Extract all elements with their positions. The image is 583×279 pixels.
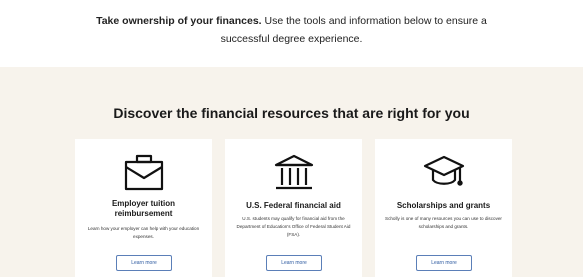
card-description: U.S. students may qualify for financial … xyxy=(236,216,351,237)
intro-line-2: successful degree experience. xyxy=(220,33,363,45)
card-title: U.S. Federal financial aid xyxy=(246,201,341,210)
learn-more-button[interactable]: Learn more xyxy=(116,255,172,271)
briefcase-icon xyxy=(75,153,212,193)
card-scholarships: Scholarships and grants Scholly is one o… xyxy=(375,139,512,279)
intro-text: Take ownership of your finances. Use the… xyxy=(0,0,583,67)
card-description: Scholly is one of many resources you can… xyxy=(385,216,502,229)
intro-bold-text: Take ownership of your finances. xyxy=(96,15,262,27)
intro-rest-text: Use the tools and information below to e… xyxy=(261,15,487,27)
card-federal-aid: U.S. Federal financial aid U.S. students… xyxy=(225,139,362,279)
bank-building-icon xyxy=(225,153,362,193)
card-title: Employer tuition reimbursement xyxy=(83,199,204,219)
card-description: Learn how your employer can help with yo… xyxy=(87,226,200,239)
learn-more-button[interactable]: Learn more xyxy=(266,255,322,271)
graduation-cap-icon xyxy=(375,153,512,193)
section-title: Discover the financial resources that ar… xyxy=(113,105,470,121)
card-title-line-2: reimbursement xyxy=(114,209,173,218)
card-title: Scholarships and grants xyxy=(396,201,491,210)
learn-more-button[interactable]: Learn more xyxy=(416,255,472,271)
resource-cards: Employer tuition reimbursement Learn how… xyxy=(75,139,512,279)
intro-line-1: Take ownership of your finances. Use the… xyxy=(0,12,583,30)
card-employer-tuition: Employer tuition reimbursement Learn how… xyxy=(75,139,212,279)
financial-resources-section: Discover the financial resources that ar… xyxy=(0,67,583,279)
card-title-line-1: Employer tuition xyxy=(111,199,176,208)
